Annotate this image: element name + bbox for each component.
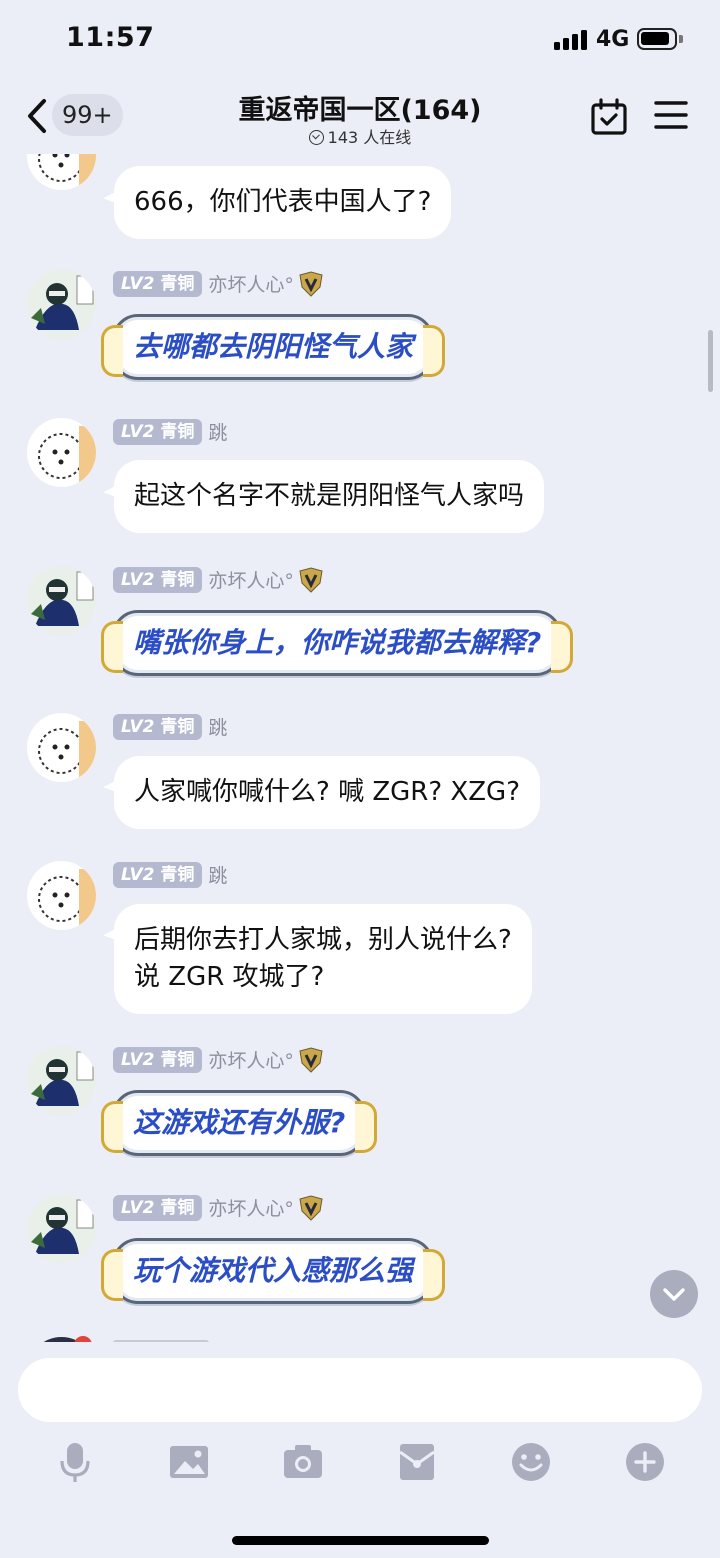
sender-meta: LV2 青铜 亦坏人心° bbox=[113, 270, 324, 297]
sender-meta: LV2 青铜跳 bbox=[113, 418, 227, 445]
avatar-bear[interactable] bbox=[27, 418, 96, 487]
level-badge: LV2 青铜 bbox=[113, 861, 203, 888]
avatar-ninja[interactable] bbox=[27, 270, 96, 339]
crest-v-icon bbox=[298, 1046, 324, 1073]
avatar-bear[interactable] bbox=[27, 713, 96, 782]
notification-dot-icon bbox=[74, 1336, 92, 1342]
image-icon[interactable] bbox=[167, 1440, 211, 1484]
fancy-message-bubble[interactable]: 玩个游戏代入感那么强 bbox=[101, 1238, 446, 1304]
message-line: 后期你去打人家城，别人说什么? bbox=[134, 925, 512, 955]
scroll-to-bottom-button[interactable] bbox=[650, 1270, 698, 1318]
level-badge: LV2 青铜 bbox=[113, 270, 203, 297]
home-indicator[interactable] bbox=[232, 1536, 489, 1545]
sender-name[interactable]: 亦坏人心° bbox=[208, 566, 294, 593]
message-bubble[interactable]: 起这个名字不就是阴阳怪气人家吗 bbox=[114, 460, 545, 533]
sender-name[interactable]: 跳 bbox=[208, 861, 227, 888]
fancy-message-bubble[interactable]: 去哪都去阴阳怪气人家 bbox=[101, 314, 446, 380]
chat-message-list[interactable]: 666，你们代表中国人了? LV2 青铜 亦坏人心° 去哪都去阴阳怪气人家 LV2… bbox=[0, 154, 720, 1342]
sender-name[interactable]: 跳 bbox=[208, 418, 227, 445]
avatar-ninja[interactable] bbox=[27, 1194, 96, 1263]
signal-icon bbox=[554, 30, 588, 50]
emoji-icon[interactable] bbox=[509, 1440, 553, 1484]
bubble-decor-left bbox=[101, 325, 123, 377]
message-line: 说 ZGR 攻城了? bbox=[134, 962, 325, 992]
sender-name[interactable]: 跳 bbox=[208, 713, 227, 740]
avatar-ninja[interactable] bbox=[27, 1046, 96, 1115]
online-clock-icon bbox=[308, 130, 324, 145]
input-toolbar bbox=[0, 1432, 720, 1492]
crest-v-icon bbox=[298, 1194, 324, 1221]
sender-name[interactable]: 亦坏人心° bbox=[208, 1046, 294, 1073]
bubble-decor-right bbox=[355, 1101, 378, 1153]
sender-meta: LV2 青铜 亦坏人心° bbox=[113, 1046, 324, 1073]
microphone-icon[interactable] bbox=[53, 1440, 97, 1484]
sender-meta: LV2 青铜 亦坏人心° bbox=[113, 1194, 324, 1221]
fancy-message-bubble[interactable]: 嘴张你身上，你咋说我都去解释? bbox=[101, 610, 574, 676]
message-bubble[interactable]: 后期你去打人家城，别人说什么? 说 ZGR 攻城了? bbox=[114, 904, 532, 1014]
status-time: 11:57 bbox=[66, 22, 155, 53]
crest-v-icon bbox=[298, 270, 324, 297]
sender-meta: LV2 青铜跳 bbox=[113, 713, 227, 740]
bubble-decor-left bbox=[101, 621, 123, 673]
bubble-decor-left bbox=[101, 1101, 123, 1153]
network-type: 4G bbox=[596, 27, 630, 52]
level-badge: LV2 青铜 bbox=[113, 713, 203, 740]
sender-meta: LV2 青铜 亦坏人心° bbox=[113, 566, 324, 593]
message-bubble[interactable]: 人家喊你喊什么? 喊 ZGR? XZG? bbox=[114, 756, 540, 829]
bubble-decor-right bbox=[423, 1249, 446, 1301]
level-badge: LV2 青铜 bbox=[113, 566, 203, 593]
sender-meta: LV2 青铜跳 bbox=[113, 861, 227, 888]
sender-name[interactable]: 亦坏人心° bbox=[208, 1194, 294, 1221]
scrollbar[interactable] bbox=[708, 330, 713, 392]
red-packet-icon[interactable] bbox=[395, 1440, 439, 1484]
plus-icon[interactable] bbox=[623, 1440, 667, 1484]
avatar-bear[interactable] bbox=[27, 154, 96, 190]
battery-icon bbox=[637, 28, 677, 50]
level-badge: LV2 青铜 bbox=[113, 1046, 203, 1073]
message-bubble[interactable]: 666，你们代表中国人了? bbox=[114, 166, 452, 239]
level-badge-partial bbox=[113, 1340, 209, 1342]
avatar-ninja[interactable] bbox=[27, 566, 96, 635]
status-bar: 11:57 4G bbox=[0, 0, 720, 80]
online-count: 143 人在线 bbox=[327, 128, 412, 147]
calendar-check-icon[interactable] bbox=[590, 98, 628, 136]
camera-icon[interactable] bbox=[281, 1440, 325, 1484]
crest-v-icon bbox=[298, 566, 324, 593]
level-badge: LV2 青铜 bbox=[113, 418, 203, 445]
battery-tip bbox=[679, 35, 683, 43]
bubble-decor-right bbox=[423, 325, 446, 377]
avatar-bear[interactable] bbox=[27, 861, 96, 930]
bubble-decor-right bbox=[551, 621, 574, 673]
fancy-message-bubble[interactable]: 这游戏还有外服? bbox=[101, 1090, 378, 1156]
chat-header: 99+ 重返帝国一区(164) 143 人在线 bbox=[0, 80, 720, 154]
bubble-decor-left bbox=[101, 1249, 123, 1301]
sender-name[interactable]: 亦坏人心° bbox=[208, 270, 294, 297]
level-badge: LV2 青铜 bbox=[113, 1194, 203, 1221]
message-input[interactable] bbox=[18, 1358, 702, 1422]
menu-icon[interactable] bbox=[654, 100, 688, 130]
